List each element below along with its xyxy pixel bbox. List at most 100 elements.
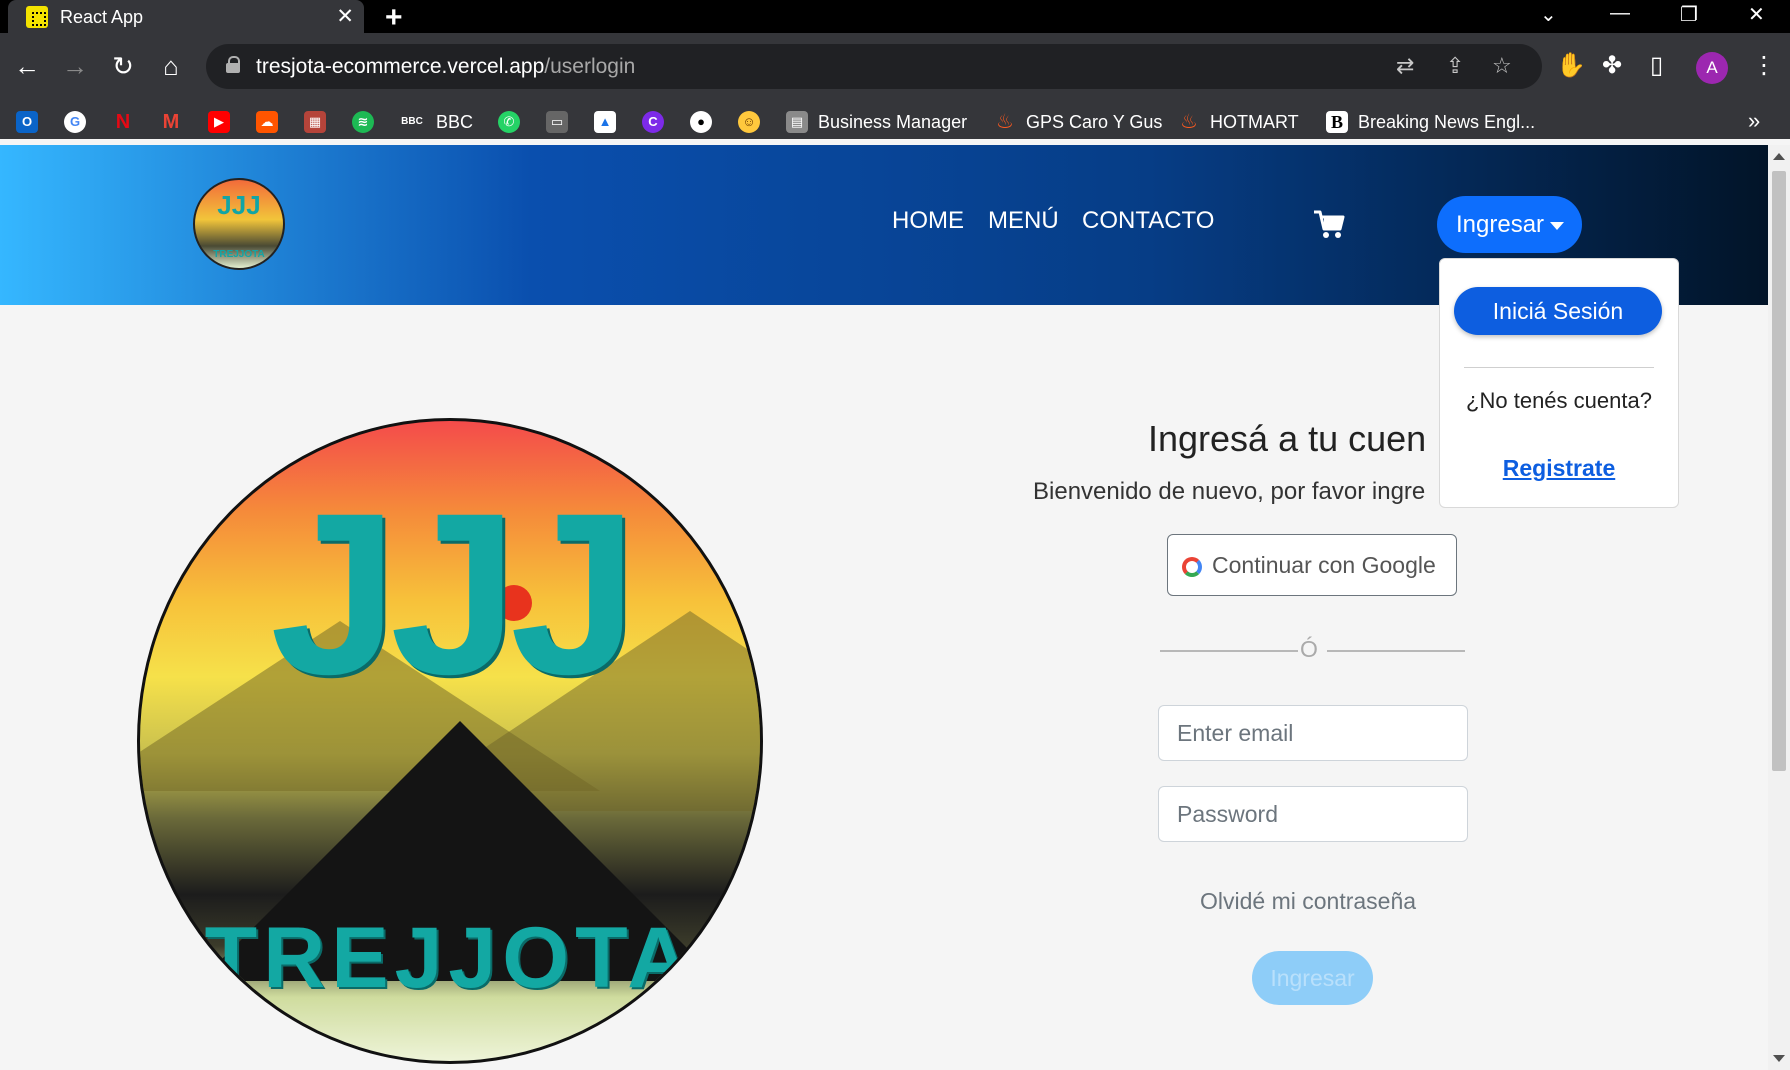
new-tab-button[interactable]: + (385, 1, 403, 35)
outlook-bookmark[interactable]: O (16, 108, 38, 136)
bbc-icon: BBC (401, 116, 423, 127)
scroll-down-arrow-icon[interactable] (1773, 1055, 1785, 1062)
laughing-emoji-icon: ☺ (738, 111, 760, 133)
breaking-news-bookmark[interactable]: B Breaking News Engl... (1326, 108, 1535, 136)
hero-brand-name: TREJJOTA (204, 910, 696, 1006)
brand-logo[interactable]: JJJ TREJJOTA (193, 178, 285, 270)
separator-text: Ó (1300, 636, 1318, 662)
page-scrollbar[interactable] (1768, 145, 1790, 1070)
scroll-up-arrow-icon[interactable] (1773, 153, 1785, 160)
reload-icon[interactable]: ↻ (108, 51, 138, 82)
canva-icon: C (642, 111, 664, 133)
dropdown-login-button[interactable]: Iniciá Sesión (1454, 287, 1662, 335)
profile-avatar[interactable]: A (1696, 52, 1728, 84)
nav-contact-link[interactable]: CONTACTO (1082, 207, 1214, 235)
home-icon[interactable]: ⌂ (156, 51, 186, 82)
lock-icon[interactable] (226, 56, 240, 73)
logo-text: TREJJOTA (213, 249, 265, 260)
more-bookmarks-icon[interactable]: » (1748, 108, 1760, 134)
panda-bookmark[interactable]: ● (690, 108, 712, 136)
login-dropdown-menu: Iniciá Sesión ¿No tenés cuenta? Registra… (1439, 258, 1679, 508)
outlook-icon: O (16, 111, 38, 133)
close-tab-icon[interactable]: ✕ (336, 4, 354, 29)
email-field[interactable] (1158, 705, 1468, 761)
browser-tab[interactable]: React App ✕ (8, 0, 364, 33)
google-login-button[interactable]: Continuar con Google (1167, 534, 1457, 596)
url-text[interactable]: tresjota-ecommerce.vercel.app/userlogin (256, 55, 635, 79)
extensions-puzzle-icon[interactable]: ✤ (1602, 51, 1622, 80)
tab-search-chevron-icon[interactable]: ⌄ (1540, 2, 1557, 27)
hotmart-bookmark[interactable]: ♨ HOTMART (1178, 108, 1299, 136)
google-bookmark[interactable]: G (64, 108, 86, 136)
side-panel-icon[interactable]: ▯ (1650, 51, 1663, 80)
react-app-favicon-icon (26, 6, 48, 28)
netflix-icon: N (115, 111, 131, 133)
close-window-icon[interactable]: ✕ (1748, 2, 1765, 27)
gmail-bookmark[interactable]: M (160, 108, 182, 136)
cloud-storage-icon: ▲ (594, 111, 616, 133)
separator-line-right (1327, 650, 1465, 652)
whatsapp-bookmark[interactable]: ✆ (498, 108, 520, 136)
login-dropdown-label: Ingresar (1456, 211, 1545, 238)
address-bar[interactable]: tresjota-ecommerce.vercel.app/userlogin … (206, 44, 1542, 89)
youtube-bookmark[interactable]: ▶ (208, 108, 230, 136)
tab-title: React App (60, 7, 144, 27)
fire-icon: ♨ (996, 111, 1014, 133)
canva-bookmark[interactable]: C (642, 108, 664, 136)
separator-line-left (1160, 650, 1298, 652)
shield-icon: ▦ (304, 111, 326, 133)
login-title: Ingresá a tu cuen (1148, 418, 1427, 459)
forward-arrow-icon[interactable]: → (60, 51, 90, 82)
translate-icon[interactable]: ⇄ (1396, 53, 1414, 79)
logo-letters: JJJ (217, 190, 261, 220)
emoji-bookmark[interactable]: ☺ (738, 108, 760, 136)
restore-icon[interactable]: ❐ (1680, 2, 1698, 27)
spotify-bookmark[interactable]: ≋ (352, 108, 374, 136)
nav-home-link[interactable]: HOME (892, 207, 964, 235)
chrome-menu-icon[interactable]: ⋮ (1752, 51, 1776, 80)
google-icon: G (64, 111, 86, 133)
drive-bookmark[interactable]: ▲ (594, 108, 616, 136)
business-manager-icon: ▤ (786, 111, 808, 133)
panda-icon: ● (690, 111, 712, 133)
adblock-extension-icon[interactable]: ✋ (1556, 51, 1586, 80)
netflix-bookmark[interactable]: N (112, 108, 134, 136)
dropdown-divider (1464, 367, 1654, 368)
share-icon[interactable]: ⇪ (1446, 53, 1464, 79)
gps-bookmark[interactable]: ♨ GPS Caro Y Gus (994, 108, 1162, 136)
b-icon: B (1326, 111, 1348, 133)
minimize-icon[interactable]: — (1610, 2, 1630, 25)
submit-login-button[interactable]: Ingresar (1252, 951, 1373, 1005)
shopping-cart-icon[interactable] (1312, 207, 1346, 241)
gmail-icon: M (162, 111, 180, 133)
book-icon: ▭ (546, 111, 568, 133)
whatsapp-icon: ✆ (498, 111, 520, 133)
fire-icon: ♨ (1180, 111, 1198, 133)
book-bookmark[interactable]: ▭ (546, 108, 568, 136)
back-arrow-icon[interactable]: ← (12, 51, 42, 82)
business-manager-bookmark[interactable]: ▤ Business Manager (786, 108, 967, 136)
soundcloud-icon: ☁ (256, 111, 278, 133)
forgot-password-link[interactable]: Olvidé mi contraseña (1200, 888, 1416, 915)
caret-down-icon (1550, 221, 1565, 230)
google-login-label: Continuar con Google (1212, 552, 1436, 578)
password-field[interactable] (1158, 786, 1468, 842)
hero-letters: JJJ (270, 465, 638, 722)
nav-menu-link[interactable]: MENÚ (988, 207, 1059, 235)
shield-bookmark[interactable]: ▦ (304, 108, 326, 136)
bookmarks-bar: O G N M ▶ ☁ ▦ ≋ BBC BBC ✆ ▭ ▲ C ● ☺ ▤ Busi… (0, 100, 1790, 145)
scrollbar-thumb[interactable] (1772, 171, 1786, 771)
bookmark-star-icon[interactable]: ☆ (1492, 53, 1512, 79)
bbc-bookmark[interactable]: BBC BBC (398, 108, 473, 136)
browser-tab-bar: React App ✕ + ⌄ — ❐ ✕ (0, 0, 1790, 35)
register-link[interactable]: Registrate (1440, 455, 1678, 482)
password-input[interactable] (1159, 787, 1467, 841)
spotify-icon: ≋ (352, 111, 374, 133)
email-input[interactable] (1159, 706, 1467, 760)
login-subtitle: Bienvenido de nuevo, por favor ingre (1033, 478, 1426, 505)
google-icon (1182, 557, 1202, 577)
youtube-icon: ▶ (208, 111, 230, 133)
soundcloud-bookmark[interactable]: ☁ (256, 108, 278, 136)
login-dropdown-toggle[interactable]: Ingresar (1437, 196, 1582, 253)
hero-brand-logo: JJJ TREJJOTA (137, 418, 763, 1064)
